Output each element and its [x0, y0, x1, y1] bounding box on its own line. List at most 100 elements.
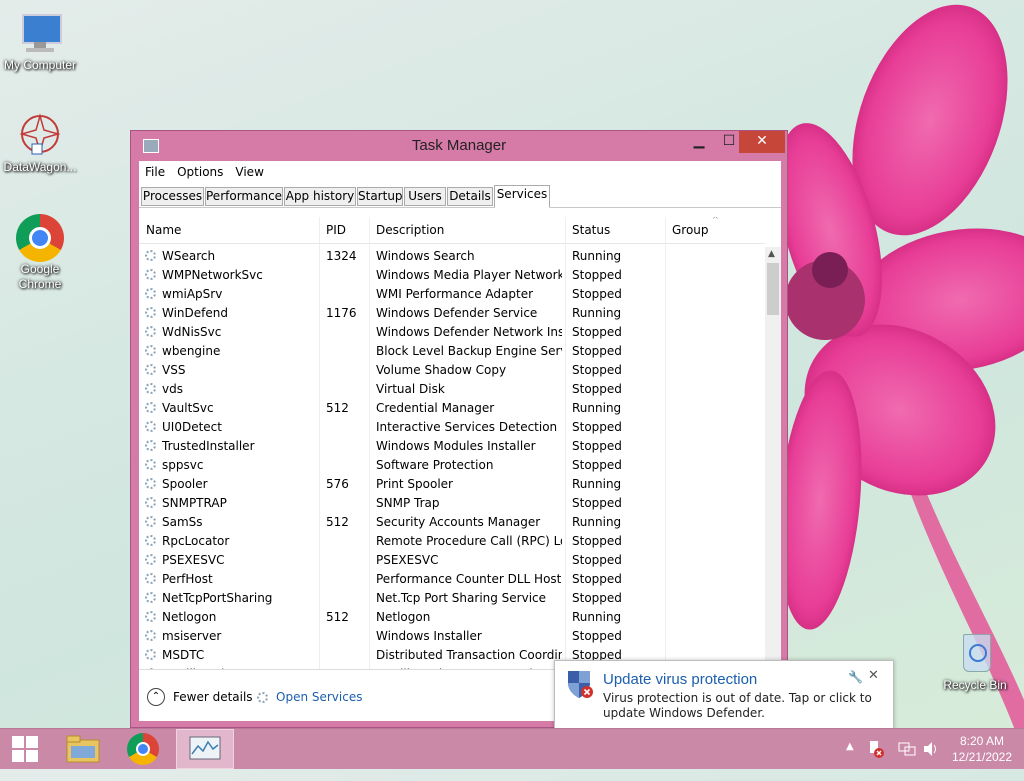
desktop-icon-recycle-bin[interactable]: Recycle Bin	[935, 630, 1015, 693]
service-gear-icon	[145, 497, 156, 508]
cell-name: wbengine	[162, 344, 221, 358]
minimize-button[interactable]: ▁	[684, 131, 714, 153]
table-row[interactable]: SNMPTRAP SNMP Trap Stopped	[139, 494, 765, 513]
cell-description: Interactive Services Detection	[376, 420, 558, 434]
vertical-scrollbar[interactable]: ▲	[765, 247, 781, 669]
desktop-icon-label: Recycle Bin	[943, 678, 1007, 692]
notification-title: Update virus protection	[603, 671, 758, 688]
cell-status: Stopped	[572, 420, 622, 434]
service-gear-icon	[145, 573, 156, 584]
chrome-icon	[16, 214, 64, 262]
menu-view[interactable]: View	[235, 165, 271, 179]
table-row[interactable]: NetTcpPortSharing Net.Tcp Port Sharing Se…	[139, 589, 765, 608]
table-row[interactable]: WinDefend 1176 Windows Defender Service Run…	[139, 304, 765, 323]
system-clock[interactable]: 8:20 AM 12/21/2022	[942, 733, 1022, 765]
cell-name: SamSs	[162, 515, 203, 529]
taskbar-chrome[interactable]	[116, 729, 172, 769]
desktop-icon-datawagon[interactable]: DataWagon...	[0, 112, 80, 175]
wrench-icon[interactable]: 🔧	[848, 670, 863, 684]
cell-description: Remote Procedure Call (RPC) Lo...	[376, 534, 562, 548]
action-center-icon[interactable]	[868, 739, 884, 779]
desktop-icon-chrome[interactable]: Google Chrome	[0, 214, 80, 292]
service-gear-icon	[145, 421, 156, 432]
table-row[interactable]: UI0Detect Interactive Services Detection S…	[139, 418, 765, 437]
cell-description: Windows Modules Installer	[376, 439, 536, 453]
cell-name: wmiApSrv	[162, 287, 223, 301]
column-header-pid[interactable]: PID	[326, 223, 346, 237]
service-gear-icon	[145, 611, 156, 622]
column-header-group[interactable]: Group	[672, 223, 709, 237]
cell-description: Print Spooler	[376, 477, 453, 491]
tab-processes[interactable]: Processes	[141, 187, 204, 206]
fewer-details-button[interactable]: ⌃ Fewer details	[147, 688, 253, 706]
scrollbar-thumb[interactable]	[767, 263, 779, 315]
cell-status: Stopped	[572, 496, 622, 510]
cell-pid: 512	[326, 610, 349, 624]
tab-startup[interactable]: Startup	[357, 187, 403, 206]
desktop-icon-my-computer[interactable]: My Computer	[0, 10, 80, 73]
close-button[interactable]: ✕	[739, 131, 785, 153]
tab-services[interactable]: Services	[494, 185, 550, 208]
task-manager-window[interactable]: Task Manager ▁ ☐ ✕ File Options View Pro…	[130, 130, 788, 728]
table-row[interactable]: PSEXESVC PSEXESVC Stopped	[139, 551, 765, 570]
table-row[interactable]: Spooler 576 Print Spooler Running	[139, 475, 765, 494]
gear-icon	[257, 691, 268, 703]
notification-close-button[interactable]: ✕	[868, 668, 879, 683]
scroll-up-icon[interactable]: ▲	[768, 249, 775, 259]
tab-users[interactable]: Users	[404, 187, 446, 206]
table-row[interactable]: WSearch 1324 Windows Search Running	[139, 247, 765, 266]
windows-logo-icon	[12, 736, 38, 762]
taskbar-task-manager[interactable]	[176, 729, 234, 769]
cell-name: WinDefend	[162, 306, 228, 320]
tab-performance[interactable]: Performance	[205, 187, 283, 206]
column-header-name[interactable]: Name	[146, 223, 181, 237]
menu-file[interactable]: File	[145, 165, 173, 179]
tab-strip: Processes Performance App history Startu…	[139, 185, 781, 208]
table-row[interactable]: RpcLocator Remote Procedure Call (RPC) Lo…	[139, 532, 765, 551]
table-row[interactable]: vds Virtual Disk Stopped	[139, 380, 765, 399]
cell-pid: 512	[326, 515, 349, 529]
service-gear-icon	[145, 345, 156, 356]
volume-icon[interactable]	[922, 741, 940, 781]
table-row[interactable]: PerfHost Performance Counter DLL Host Stop…	[139, 570, 765, 589]
table-row[interactable]: TrustedInstaller Windows Modules Installe…	[139, 437, 765, 456]
column-header-description[interactable]: Description	[376, 223, 444, 237]
taskbar-file-explorer[interactable]	[56, 729, 112, 769]
table-row[interactable]: Netlogon 512 Netlogon Running	[139, 608, 765, 627]
cell-name: WSearch	[162, 249, 216, 263]
open-services-label: Open Services	[276, 690, 363, 704]
column-header-status[interactable]: Status	[572, 223, 610, 237]
cell-description: Windows Installer	[376, 629, 482, 643]
open-services-link[interactable]: Open Services	[257, 690, 362, 704]
table-row[interactable]: sppsvc Software Protection Stopped	[139, 456, 765, 475]
cell-pid: 512	[326, 401, 349, 415]
table-row[interactable]: msiserver Windows Installer Stopped	[139, 627, 765, 646]
table-row[interactable]: wmiApSrv WMI Performance Adapter Stopped	[139, 285, 765, 304]
network-icon[interactable]	[898, 741, 916, 781]
notification-body: Virus protection is out of date. Tap or …	[603, 691, 872, 720]
services-table[interactable]: Name PID Description Status Group ^ WSea…	[139, 217, 781, 669]
cell-description: Windows Search	[376, 249, 475, 263]
table-row[interactable]: wbengine Block Level Backup Engine Servic…	[139, 342, 765, 361]
table-row[interactable]: VaultSvc 512 Credential Manager Running	[139, 399, 765, 418]
service-gear-icon	[145, 459, 156, 470]
desktop-icon-label: Google Chrome	[18, 262, 62, 291]
tab-app-history[interactable]: App history	[284, 187, 356, 206]
service-gear-icon	[145, 516, 156, 527]
menu-options[interactable]: Options	[177, 165, 231, 179]
notification-toast[interactable]: Update virus protection Virus protection…	[554, 660, 894, 739]
clock-time: 8:20 AM	[959, 734, 1005, 748]
title-bar[interactable]: Task Manager ▁ ☐ ✕	[131, 131, 787, 161]
sort-arrow-icon: ^	[712, 217, 719, 224]
table-row[interactable]: WdNisSvc Windows Defender Network Insp...…	[139, 323, 765, 342]
table-row[interactable]: WMPNetworkSvc Windows Media Player Networ…	[139, 266, 765, 285]
tab-details[interactable]: Details	[447, 187, 493, 206]
cell-status: Stopped	[572, 325, 622, 339]
cell-description: Performance Counter DLL Host	[376, 572, 562, 586]
cell-status: Stopped	[572, 439, 622, 453]
show-hidden-icons-button[interactable]: ▲	[846, 741, 854, 781]
start-button[interactable]	[0, 729, 56, 769]
table-row[interactable]: SamSs 512 Security Accounts Manager Running	[139, 513, 765, 532]
window-client: File Options View Processes Performance …	[139, 161, 781, 721]
table-row[interactable]: VSS Volume Shadow Copy Stopped	[139, 361, 765, 380]
